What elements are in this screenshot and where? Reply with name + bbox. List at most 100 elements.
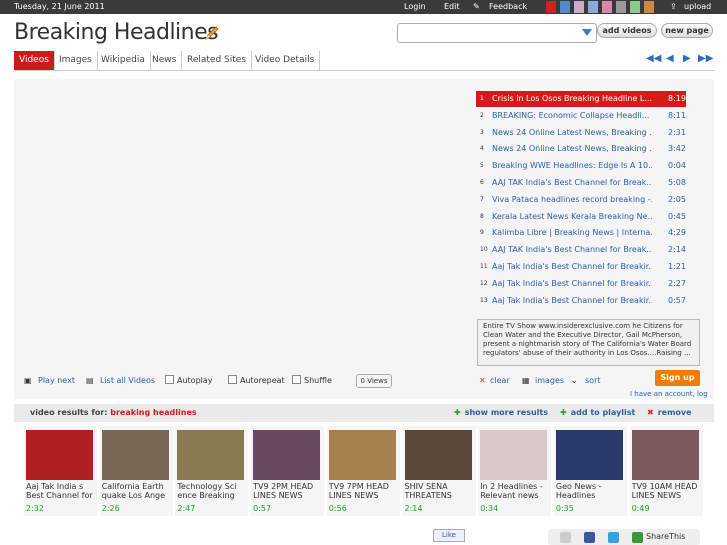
autoplay-checkbox[interactable] [165,375,174,384]
shuffle-checkbox[interactable] [292,375,301,384]
pencil-icon[interactable] [204,25,220,41]
video-title[interactable]: Technology Sci ence Breaking [177,482,247,500]
playlist-item[interactable]: 2 BREAKING: Economic Collapse Headli... 8:… [476,108,686,124]
page-title: Breaking Headlines [14,20,219,45]
facebook-icon[interactable] [584,532,595,543]
twitter-icon[interactable] [608,532,619,543]
add-videos-button[interactable]: add videos [597,23,657,38]
video-thumbnail-card[interactable]: TV9 2PM HEAD LINES NEWS 0:57 [251,426,325,516]
playlist-number: 1 [480,95,484,102]
upload-link[interactable]: upload [684,2,711,11]
playlist-item[interactable]: 1 Crisis in Los Osos Breaking Headline L.… [476,91,686,107]
tab-videos[interactable]: Videos [14,51,55,71]
playlist-item[interactable]: 5 Breaking WWE Headlines: Edge Is A 10...… [476,158,686,174]
tab-wikipedia[interactable]: Wikipedia [96,51,151,71]
playlist-item[interactable]: 10 AAJ TAK India's Best Channel for Break… [476,242,686,258]
remove-link[interactable]: remove [658,408,692,417]
next-icon[interactable]: ▶ [683,53,691,64]
tab-video-details[interactable]: Video Details [250,51,321,71]
sort-icon[interactable]: ⌄ [571,376,578,385]
playlist-item[interactable]: 7 Viva Pataca headlines record breaking -… [476,192,686,208]
video-thumbnail-card[interactable]: TV9 10AM HEAD LINES NEWS 0:49 [629,426,703,516]
results-bar: video results for: breaking headlines ✚ s… [14,404,714,422]
video-title[interactable]: In 2 Headlines - Relevant news [480,482,550,500]
video-thumbnail[interactable] [101,430,169,480]
play-next-icon[interactable]: ▣ [24,376,32,385]
login-link[interactable]: Login [404,2,426,11]
first-icon[interactable]: ◀◀ [646,53,661,64]
theme-swatch[interactable] [588,1,598,13]
video-title[interactable]: Aaj Tak India s Best Channel for [26,482,96,500]
images-icon[interactable]: ▦ [522,376,530,385]
video-thumbnail[interactable] [26,430,93,480]
sort-link[interactable]: sort [585,376,601,385]
theme-swatch[interactable] [616,1,626,13]
video-thumbnail[interactable] [177,430,245,480]
video-title[interactable]: California Earth quake Los Ange [102,482,172,500]
clear-link[interactable]: clear [490,376,510,385]
video-thumbnail-card[interactable]: SHIV SENA THREATENS 2:14 [402,426,476,516]
video-thumbnail-card[interactable]: California Earth quake Los Ange 2:26 [99,426,173,516]
search-input[interactable] [397,23,597,43]
signup-button[interactable]: Sign up [655,370,700,386]
playlist-item[interactable]: 4 News 24 Online Latest News, Breaking ..… [476,141,686,157]
tab-images[interactable]: Images [54,51,98,71]
video-title[interactable]: TV9 2PM HEAD LINES NEWS [253,482,323,500]
video-thumbnail[interactable] [328,430,396,480]
add-to-playlist-link[interactable]: add to playlist [571,408,636,417]
video-thumbnail[interactable] [480,430,548,480]
video-thumbnail[interactable] [631,430,699,480]
video-thumbnail-card[interactable]: In 2 Headlines - Relevant news 0:34 [478,426,552,516]
login-account-link[interactable]: I have an account, log [630,390,708,398]
video-thumbnail-card[interactable]: Technology Sci ence Breaking 2:47 [175,426,249,516]
theme-swatch[interactable] [546,1,556,13]
clear-icon[interactable]: ✕ [479,376,486,385]
search-dropdown-icon[interactable] [582,29,592,36]
feedback-icon[interactable]: ✎ [473,2,480,11]
playlist-item[interactable]: 6 AAJ TAK India's Best Channel for Break.… [476,175,686,191]
video-thumbnail-card[interactable]: Aaj Tak India s Best Channel for 2:32 [24,426,97,516]
video-thumbnail-card[interactable]: Geo News - Headlines 0:35 [553,426,627,516]
playlist-item[interactable]: 9 Kalimba Libre | Breaking News | Interna… [476,225,686,241]
playlist-duration: 2:27 [668,278,686,288]
last-icon[interactable]: ▶▶ [698,53,713,64]
theme-swatch[interactable] [574,1,584,13]
playlist-item[interactable]: 3 News 24 Online Latest News, Breaking ..… [476,125,686,141]
facebook-like-button[interactable]: Like [433,529,465,542]
theme-swatch[interactable] [560,1,570,13]
theme-swatch[interactable] [630,1,640,13]
email-icon[interactable] [560,532,571,543]
theme-swatch[interactable] [602,1,612,13]
video-title[interactable]: TV9 10AM HEAD LINES NEWS [632,482,702,500]
play-next-link[interactable]: Play next [38,376,75,385]
video-title[interactable]: TV9 7PM HEAD LINES NEWS [329,482,399,500]
list-all-link[interactable]: List all Videos [100,376,155,385]
video-description: Entire TV Show www.insiderexclusive.com … [477,319,700,366]
new-page-button[interactable]: new page [661,23,713,38]
video-thumbnail-card[interactable]: TV9 7PM HEAD LINES NEWS 0:56 [326,426,400,516]
playlist-item[interactable]: 8 Kerala Latest News Kerala Breaking Ne..… [476,209,686,225]
video-thumbnail[interactable] [404,430,472,480]
upload-icon[interactable]: ⇪ [670,2,677,11]
tab-related-sites[interactable]: Related Sites [182,51,253,71]
images-link[interactable]: images [535,376,564,385]
prev-icon[interactable]: ◀ [666,53,674,64]
tab-news[interactable]: News [147,51,183,71]
playlist-item[interactable]: 12 Aaj Tak India's Best Channel for Break… [476,276,686,292]
video-title[interactable]: Geo News - Headlines [556,482,626,500]
autorepeat-checkbox[interactable] [228,375,237,384]
feedback-link[interactable]: Feedback [489,2,527,11]
list-icon[interactable]: ▤ [86,376,94,385]
show-more-link[interactable]: show more results [465,408,548,417]
playlist-duration: 2:05 [668,194,686,204]
theme-swatch[interactable] [644,1,654,13]
sharethis-icon[interactable] [632,532,643,543]
video-title[interactable]: SHIV SENA THREATENS [405,482,475,500]
playlist-item[interactable]: 11 Aaj Tak India's Best Channel for Break… [476,259,686,275]
playlist-item[interactable]: 13 Aaj Tak India's Best Channel for Break… [476,293,686,309]
edit-link[interactable]: Edit [444,2,460,11]
video-thumbnail[interactable] [253,430,321,480]
video-thumbnail[interactable] [555,430,623,480]
sharethis-label[interactable]: ShareThis [646,532,685,541]
video-duration: 0:34 [480,504,499,513]
